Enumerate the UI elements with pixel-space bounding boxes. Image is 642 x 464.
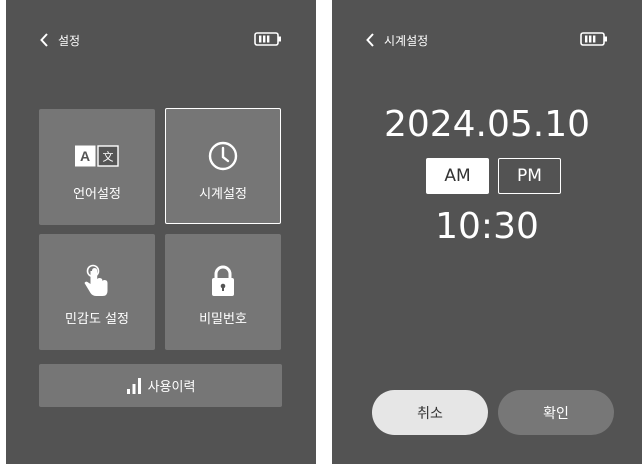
usage-history-label: 사용이력: [147, 380, 196, 395]
battery-icon: [580, 32, 607, 46]
sensitivity-settings-tile[interactable]: 민감도 설정: [39, 234, 155, 350]
settings-screen: 설정 A 文 언어설정 시계설정 민감도 설정 비밀번호 사용이력: [6, 0, 316, 464]
clock-settings-screen: 시계설정 2024.05.10 AM PM 10:30 취소 확인: [332, 0, 642, 464]
clock-settings-tile[interactable]: 시계설정: [165, 108, 281, 224]
language-icon: A 文: [75, 139, 119, 173]
chevron-left-icon: [40, 33, 48, 47]
svg-text:文: 文: [103, 150, 114, 164]
pm-button[interactable]: PM: [498, 158, 561, 194]
confirm-button[interactable]: 확인: [498, 390, 614, 435]
tile-label: 비밀번호: [199, 312, 247, 327]
lock-icon: [210, 264, 236, 298]
usage-history-button[interactable]: 사용이력: [39, 364, 282, 407]
time-display[interactable]: 10:30: [332, 206, 642, 247]
date-display[interactable]: 2024.05.10: [332, 104, 642, 145]
back-button[interactable]: 설정: [40, 30, 100, 50]
svg-text:A: A: [80, 148, 90, 164]
tile-label: 시계설정: [199, 187, 247, 202]
tile-label: 민감도 설정: [65, 312, 129, 327]
password-settings-tile[interactable]: 비밀번호: [165, 234, 281, 350]
settings-topbar: 설정: [6, 26, 316, 52]
tile-label: 언어설정: [73, 187, 121, 202]
battery-icon: [254, 32, 281, 46]
chevron-left-icon: [366, 33, 374, 47]
bar-chart-icon: [126, 377, 141, 394]
clock-topbar: 시계설정: [332, 26, 642, 52]
back-button[interactable]: 시계설정: [366, 30, 456, 50]
touch-icon: [84, 264, 110, 298]
cancel-button[interactable]: 취소: [372, 390, 488, 435]
language-settings-tile[interactable]: A 文 언어설정: [39, 109, 155, 225]
settings-title: 설정: [58, 33, 81, 48]
clock-icon: [207, 139, 239, 173]
am-button[interactable]: AM: [426, 158, 489, 194]
clock-settings-title: 시계설정: [384, 33, 429, 48]
